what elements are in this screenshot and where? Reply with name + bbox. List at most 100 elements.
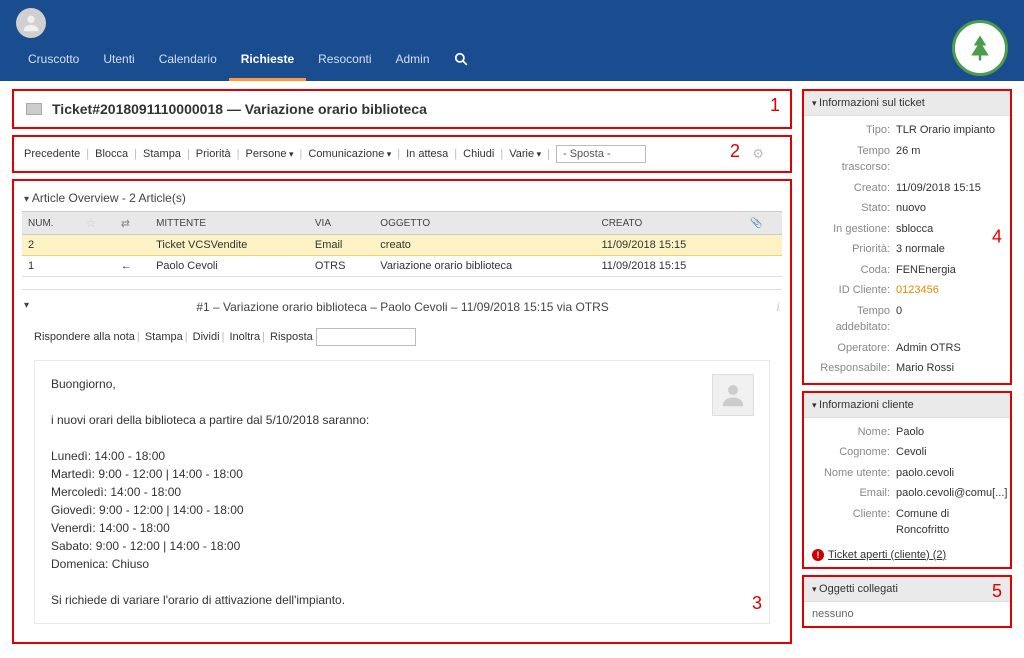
info-row: Tempo addebitato:0: [804, 301, 1010, 338]
ticket-info-title[interactable]: Informazioni sul ticket: [804, 91, 1010, 116]
ticket-actions-bar: Precedente| Blocca| Stampa| Priorità| Pe…: [12, 135, 792, 173]
col-sender[interactable]: MITTENTE: [150, 212, 309, 235]
schedule-line: Lunedì: 14:00 - 18:00: [51, 447, 753, 465]
table-row[interactable]: 2Ticket VCSVenditeEmailcreato11/09/2018 …: [22, 235, 782, 256]
info-label: Creato:: [812, 180, 896, 197]
info-row: ID Cliente:0123456: [804, 280, 1010, 301]
col-dir[interactable]: ⇄: [115, 212, 150, 235]
search-icon[interactable]: [442, 44, 480, 81]
ticket-flag-icon: [26, 103, 42, 115]
info-row: Nome:Paolo: [804, 422, 1010, 443]
info-row: Cliente:Comune di Roncofritto: [804, 504, 1010, 541]
info-label: Tempo addebitato:: [812, 303, 896, 336]
info-row: Email:paolo.cevoli@comu[...]: [804, 483, 1010, 504]
action-comunicazione[interactable]: Comunicazione: [308, 148, 391, 160]
info-value: 0: [896, 303, 1002, 336]
star-icon: ☆: [86, 216, 97, 230]
info-row: Responsabile:Mario Rossi: [804, 358, 1010, 379]
action-attesa[interactable]: In attesa: [406, 148, 448, 160]
info-value: Admin OTRS: [896, 340, 1002, 357]
table-row[interactable]: 1←Paolo CevoliOTRSVariazione orario bibl…: [22, 256, 782, 277]
body-intro: i nuovi orari della biblioteca a partire…: [51, 411, 753, 429]
info-label: Tipo:: [812, 122, 896, 139]
customer-info-title[interactable]: Informazioni cliente: [804, 393, 1010, 418]
info-label: Tempo trascorso:: [812, 143, 896, 176]
col-created[interactable]: CREATO: [595, 212, 744, 235]
action-persone[interactable]: Persone: [246, 148, 294, 160]
open-tickets-link[interactable]: ! Ticket aperti (cliente) (2): [804, 545, 1010, 567]
forward-article[interactable]: Inoltra: [230, 331, 261, 343]
ticket-title-bar: Ticket#2018091110000018 — Variazione ora…: [12, 89, 792, 129]
user-avatar[interactable]: [16, 8, 46, 38]
nav-utenti[interactable]: Utenti: [91, 44, 146, 81]
schedule-line: Giovedì: 9:00 - 12:00 | 14:00 - 18:00: [51, 501, 753, 519]
schedule-line: Venerdì: 14:00 - 18:00: [51, 519, 753, 537]
annotation-marker-4: 4: [992, 226, 1002, 247]
reply-note[interactable]: Rispondere alla nota: [34, 331, 135, 343]
main-nav: Cruscotto Utenti Calendario Richieste Re…: [16, 44, 1008, 81]
org-logo: [952, 20, 1008, 76]
action-precedente[interactable]: Precedente: [24, 148, 80, 160]
info-value: 26 m: [896, 143, 1002, 176]
action-chiudi[interactable]: Chiudi: [463, 148, 494, 160]
schedule-line: Martedì: 9:00 - 12:00 | 14:00 - 18:00: [51, 465, 753, 483]
body-closing: Si richiede di variare l'orario di attiv…: [51, 591, 753, 609]
info-label: Cognome:: [812, 444, 896, 461]
annotation-marker-1: 1: [770, 95, 780, 116]
article-block: Article Overview - 2 Article(s) NUM. ☆ ⇄…: [12, 179, 792, 644]
article-detail-header[interactable]: #1 – Variazione orario biblioteca – Paol…: [22, 296, 782, 320]
info-label: Nome:: [812, 424, 896, 441]
info-row: Cognome:Cevoli: [804, 442, 1010, 463]
linked-objects-title[interactable]: Oggetti collegati: [804, 577, 1010, 602]
reply-select[interactable]: [316, 328, 416, 346]
col-star[interactable]: ☆: [80, 212, 115, 235]
print-article[interactable]: Stampa: [145, 331, 183, 343]
customer-info-panel: Informazioni cliente Nome:PaoloCognome:C…: [802, 391, 1012, 569]
annotation-marker-3: 3: [752, 593, 762, 614]
body-greeting: Buongiorno,: [51, 375, 753, 393]
info-label: Priorità:: [812, 241, 896, 258]
action-blocca[interactable]: Blocca: [95, 148, 128, 160]
article-author-avatar: [712, 374, 754, 416]
info-label: Operatore:: [812, 340, 896, 357]
info-row: Operatore:Admin OTRS: [804, 338, 1010, 359]
swap-icon: ⇄: [121, 218, 130, 230]
info-label: In gestione:: [812, 221, 896, 238]
col-num[interactable]: NUM.: [22, 212, 80, 235]
reply-article[interactable]: Risposta: [270, 331, 313, 343]
nav-cruscotto[interactable]: Cruscotto: [16, 44, 91, 81]
gear-icon[interactable]: ⚙: [752, 146, 764, 162]
nav-admin[interactable]: Admin: [384, 44, 442, 81]
article-overview-header[interactable]: Article Overview - 2 Article(s): [22, 187, 782, 211]
info-row: Tipo:TLR Orario impianto: [804, 120, 1010, 141]
info-icon[interactable]: i: [776, 300, 780, 316]
action-stampa[interactable]: Stampa: [143, 148, 181, 160]
info-row: Nome utente:paolo.cevoli: [804, 463, 1010, 484]
ticket-info-panel: Informazioni sul ticket Tipo:TLR Orario …: [802, 89, 1012, 385]
info-row: Tempo trascorso:26 m: [804, 141, 1010, 178]
info-label: ID Cliente:: [812, 282, 896, 299]
col-subject[interactable]: OGGETTO: [374, 212, 595, 235]
info-label: Stato:: [812, 200, 896, 217]
action-varie[interactable]: Varie: [509, 148, 541, 160]
info-row: Creato:11/09/2018 15:15: [804, 178, 1010, 199]
nav-richieste[interactable]: Richieste: [229, 44, 306, 81]
schedule-line: Sabato: 9:00 - 12:00 | 14:00 - 18:00: [51, 537, 753, 555]
action-priorita[interactable]: Priorità: [196, 148, 231, 160]
attachment-icon: 📎: [750, 218, 762, 229]
ticket-title: Ticket#2018091110000018 — Variazione ora…: [52, 101, 427, 117]
info-value: 0123456: [896, 282, 1002, 299]
info-value: paolo.cevoli@comu[...]: [896, 485, 1007, 502]
col-attach[interactable]: 📎: [744, 212, 782, 235]
move-queue-select[interactable]: [556, 145, 646, 163]
info-label: Coda:: [812, 262, 896, 279]
split-article[interactable]: Dividi: [193, 331, 220, 343]
info-row: Priorità:3 normale: [804, 239, 1010, 260]
article-table: NUM. ☆ ⇄ MITTENTE VIA OGGETTO CREATO 📎 2…: [22, 211, 782, 277]
linked-objects-panel: Oggetti collegati nessuno 5: [802, 575, 1012, 628]
nav-calendario[interactable]: Calendario: [147, 44, 229, 81]
nav-resoconti[interactable]: Resoconti: [306, 44, 383, 81]
schedule-line: Mercoledì: 14:00 - 18:00: [51, 483, 753, 501]
col-via[interactable]: VIA: [309, 212, 374, 235]
info-value: 11/09/2018 15:15: [896, 180, 1002, 197]
